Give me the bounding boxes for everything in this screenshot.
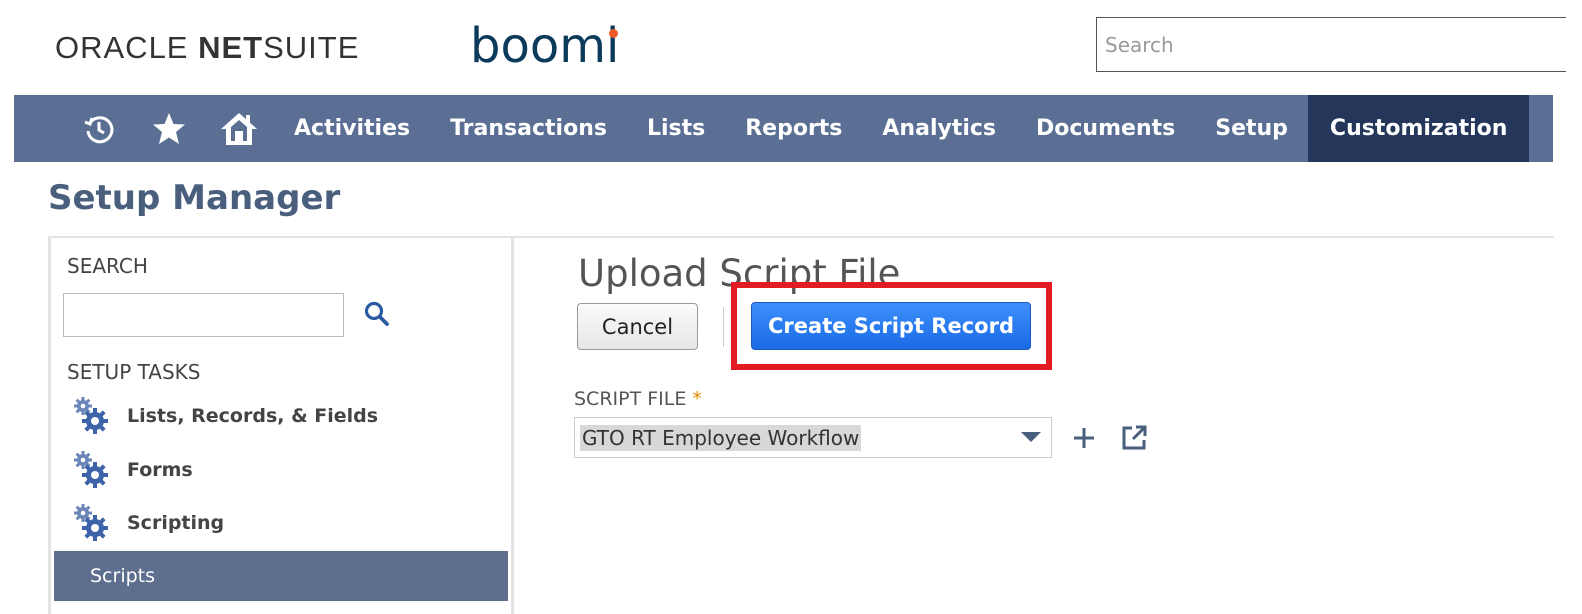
nav-analytics[interactable]: Analytics	[862, 95, 1016, 162]
gears-icon	[74, 451, 108, 488]
nav-lists[interactable]: Lists	[627, 95, 725, 162]
netsuite-logo-text-suffix: SUITE	[263, 30, 360, 65]
recent-history-icon[interactable]	[64, 95, 134, 162]
page-title: Setup Manager	[48, 178, 341, 218]
search-icon[interactable]	[363, 300, 391, 328]
button-divider	[723, 307, 724, 347]
star-icon[interactable]	[134, 95, 204, 162]
script-file-label: SCRIPT FILE *	[574, 388, 702, 410]
nav-documents[interactable]: Documents	[1016, 95, 1195, 162]
sidebar-search-input[interactable]	[63, 293, 344, 337]
script-file-selected-value: GTO RT Employee Workflow	[580, 425, 862, 451]
nav-setup[interactable]: Setup	[1195, 95, 1308, 162]
script-file-select[interactable]: GTO RT Employee Workflow	[574, 417, 1052, 458]
oracle-netsuite-logo[interactable]: ORACLE NETSUITE	[55, 30, 359, 66]
netsuite-logo-text-bold: NET	[198, 30, 264, 65]
gears-icon	[74, 504, 108, 541]
setup-manager-sidebar: SEARCH SETUP TASKS Lists, Records, & Fie…	[48, 236, 514, 614]
sidebar-search-label: SEARCH	[67, 254, 148, 278]
sidebar-item-scripting[interactable]: Scripting	[71, 503, 224, 543]
cancel-button[interactable]: Cancel	[577, 303, 698, 350]
boomi-logo-text: boom	[470, 18, 606, 74]
oracle-logo-text: ORACLE	[55, 30, 199, 65]
main-navigation-bar: Activities Transactions Lists Reports An…	[14, 95, 1553, 162]
nav-activities[interactable]: Activities	[274, 95, 430, 162]
script-file-label-text: SCRIPT FILE	[574, 388, 687, 410]
sidebar-item-scripts[interactable]: Scripts	[54, 551, 508, 601]
nav-transactions[interactable]: Transactions	[430, 95, 627, 162]
sidebar-item-forms[interactable]: Forms	[71, 450, 193, 490]
boomi-logo: boomi	[470, 18, 619, 74]
nav-reports[interactable]: Reports	[725, 95, 862, 162]
content-divider	[514, 236, 1554, 238]
home-icon[interactable]	[204, 95, 274, 162]
open-external-icon[interactable]	[1120, 424, 1148, 452]
global-search-input[interactable]	[1096, 17, 1566, 72]
gears-icon	[74, 397, 108, 434]
boomi-logo-dotted-i: i	[605, 18, 620, 74]
sidebar-item-lists-records-fields[interactable]: Lists, Records, & Fields	[71, 396, 378, 436]
highlight-annotation-box	[731, 282, 1052, 370]
required-marker: *	[692, 388, 702, 410]
nav-customization[interactable]: Customization	[1307, 95, 1530, 162]
setup-tasks-label: SETUP TASKS	[67, 360, 201, 384]
sidebar-item-label: Lists, Records, & Fields	[127, 405, 379, 427]
chevron-down-icon[interactable]	[1021, 432, 1041, 442]
sidebar-item-label: Forms	[127, 459, 193, 481]
sidebar-item-label: Scripting	[127, 512, 225, 534]
add-icon[interactable]	[1072, 426, 1096, 450]
